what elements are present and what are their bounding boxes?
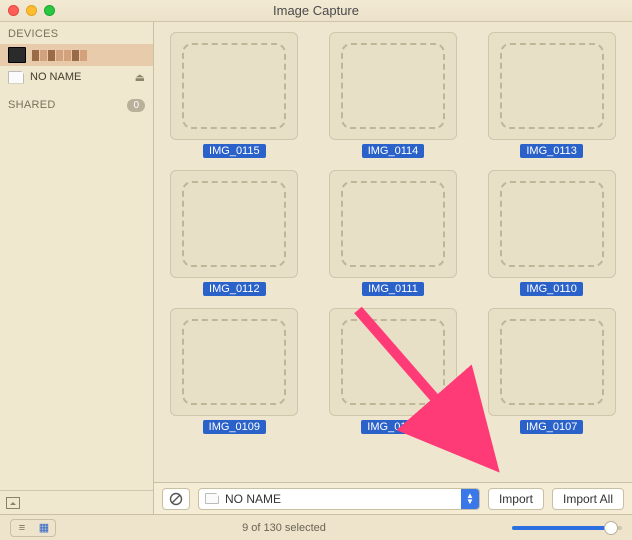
placeholder-image-icon — [500, 181, 604, 267]
thumbnail-item[interactable]: IMG_0113 — [481, 32, 622, 158]
slider-fill — [512, 526, 607, 530]
thumbnail-grid: IMG_0115 IMG_0114 IMG_0113 IMG_0112 IMG_… — [164, 32, 622, 434]
import-button[interactable]: Import — [488, 488, 544, 510]
thumbnail-scroll-area[interactable]: IMG_0115 IMG_0114 IMG_0113 IMG_0112 IMG_… — [154, 22, 632, 482]
panel-toggle-icon[interactable] — [6, 497, 20, 509]
thumbnail-size-slider[interactable] — [512, 526, 622, 530]
titlebar: Image Capture — [0, 0, 632, 22]
thumbnail-label: IMG_0111 — [362, 282, 424, 296]
grid-view-icon[interactable]: ▦ — [33, 520, 55, 536]
sidebar-section-devices: DEVICES — [0, 22, 153, 44]
thumbnail-item[interactable]: IMG_0109 — [164, 308, 305, 434]
placeholder-image-icon — [182, 181, 286, 267]
sidebar: DEVICES NO NAME ⏏ SHARED 0 — [0, 22, 154, 514]
thumbnail-item[interactable]: IMG_0107 — [481, 308, 622, 434]
slider-knob[interactable] — [604, 521, 618, 535]
placeholder-image-icon — [500, 319, 604, 405]
import-toolbar: NO NAME ▲▼ Import Import All — [154, 482, 632, 514]
phone-icon — [8, 47, 26, 63]
thumbnail-label: IMG_0110 — [520, 282, 583, 296]
destination-popup[interactable]: NO NAME ▲▼ — [198, 488, 480, 510]
sdcard-icon — [8, 71, 24, 84]
updown-arrows-icon: ▲▼ — [461, 489, 479, 509]
thumbnail-label: IMG_0115 — [203, 144, 266, 158]
thumbnail-label: IMG_0112 — [203, 282, 266, 296]
eject-icon[interactable]: ⏏ — [135, 71, 145, 84]
destination-label: NO NAME — [225, 492, 455, 506]
thumbnail-label: IMG_0108 — [361, 420, 424, 434]
statusbar: ≡ ▦ 9 of 130 selected — [0, 514, 632, 540]
list-view-icon[interactable]: ≡ — [11, 520, 33, 536]
sdcard-icon — [205, 493, 219, 504]
placeholder-image-icon — [341, 43, 445, 129]
thumbnail-label: IMG_0114 — [362, 144, 425, 158]
sidebar-volume-row[interactable]: NO NAME ⏏ — [0, 66, 153, 88]
placeholder-image-icon — [341, 319, 445, 405]
sidebar-toggle-bar — [0, 490, 153, 514]
thumbnail-item[interactable]: IMG_0115 — [164, 32, 305, 158]
sidebar-section-shared-row: SHARED 0 — [0, 94, 153, 116]
shared-count-badge: 0 — [127, 99, 145, 112]
thumbnail-label: IMG_0113 — [520, 144, 583, 158]
thumbnail-item[interactable]: IMG_0114 — [323, 32, 464, 158]
view-switcher[interactable]: ≡ ▦ — [10, 519, 56, 537]
thumbnail-item[interactable]: IMG_0110 — [481, 170, 622, 296]
thumbnail-label: IMG_0109 — [203, 420, 266, 434]
sidebar-section-shared: SHARED — [8, 99, 121, 111]
thumbnail-label: IMG_0107 — [520, 420, 583, 434]
thumbnail-item[interactable]: IMG_0112 — [164, 170, 305, 296]
placeholder-image-icon — [341, 181, 445, 267]
obscured-device-name — [32, 50, 87, 61]
delete-button[interactable] — [162, 488, 190, 510]
selection-status: 9 of 130 selected — [64, 522, 504, 534]
sidebar-device-row[interactable] — [0, 44, 153, 66]
import-all-button[interactable]: Import All — [552, 488, 624, 510]
placeholder-image-icon — [500, 43, 604, 129]
thumbnail-item[interactable]: IMG_0111 — [323, 170, 464, 296]
placeholder-image-icon — [182, 43, 286, 129]
placeholder-image-icon — [182, 319, 286, 405]
thumbnail-item[interactable]: IMG_0108 — [323, 308, 464, 434]
prohibit-icon — [169, 492, 183, 506]
sidebar-volume-label: NO NAME — [30, 71, 129, 83]
window-title: Image Capture — [0, 3, 632, 18]
